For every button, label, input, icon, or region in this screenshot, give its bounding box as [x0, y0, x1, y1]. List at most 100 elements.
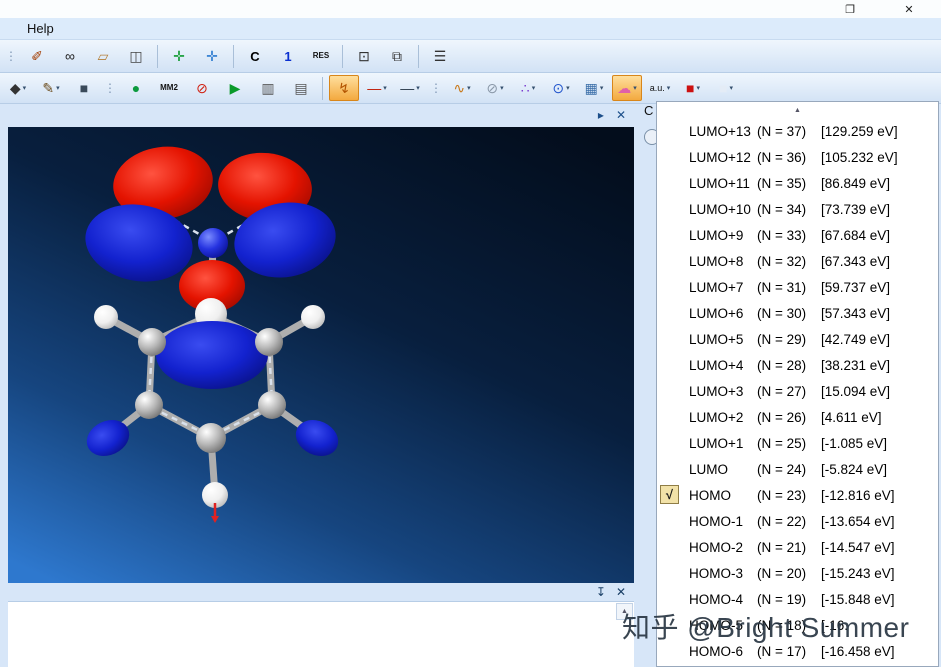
orbital-electron-count: (N = 34) — [757, 201, 807, 217]
grid-surface-button[interactable]: ▦ ▾ — [579, 75, 609, 101]
orbital-row[interactable]: LUMO+5 (N = 29) [42.749 eV] — [657, 326, 938, 352]
orbital-lobe-blue — [86, 420, 130, 456]
hide-surface-button[interactable]: ⊘ ▾ — [480, 75, 510, 101]
bond — [207, 401, 276, 442]
measure-angle-button[interactable]: ▤ — [286, 75, 316, 101]
orbital-label: HOMO-1 — [689, 513, 743, 529]
orbital-electron-count: (N = 19) — [757, 591, 807, 607]
measure-distance-icon: ▥ — [261, 80, 275, 96]
orbital-row[interactable]: LUMO+9 (N = 33) [67.684 eV] — [657, 222, 938, 248]
restore-window-button[interactable]: ❐ — [838, 1, 862, 17]
orbital-row[interactable]: HOMO-2 (N = 21) [-14.547 eV] — [657, 534, 938, 560]
dropdown-caret-icon: ▾ — [666, 84, 671, 92]
model-sphere-icon: ● — [131, 80, 141, 96]
orbital-row[interactable]: LUMO+10 (N = 34) [73.739 eV] — [657, 196, 938, 222]
show-residues-button[interactable]: RES — [306, 43, 336, 69]
orbital-lobe-blue — [156, 321, 268, 389]
orbital-electron-count: (N = 28) — [757, 357, 807, 373]
bond-tool-red-button[interactable]: — ▾ — [362, 75, 392, 101]
orbital-label: LUMO+9 — [689, 227, 744, 243]
eraser-button[interactable]: ▱ — [88, 43, 118, 69]
orbital-row[interactable]: LUMO+4 (N = 28) [38.231 eV] — [657, 352, 938, 378]
orbit-brush-button[interactable]: ✎ ▾ — [36, 75, 66, 101]
compute-lightning-button[interactable]: ↯ — [329, 75, 359, 101]
orbital-lobe-blue — [85, 204, 193, 282]
toolbar-grip-handle[interactable]: ⋮ — [430, 81, 442, 95]
select-move-button[interactable]: ◆ ▾ — [3, 75, 33, 101]
helix-tool-button[interactable]: ∿ ▾ — [447, 75, 477, 101]
orbital-scroll-up-button[interactable]: ▲ — [657, 102, 938, 118]
marker-pen-icon: ✐ — [31, 48, 43, 64]
close-window-button[interactable]: ✕ — [897, 1, 921, 17]
orbital-label: HOMO — [689, 487, 731, 503]
show-atom-numbers-button[interactable]: 1 — [273, 43, 303, 69]
orbital-row[interactable]: LUMO+6 (N = 30) [57.343 eV] — [657, 300, 938, 326]
model-sphere-button[interactable]: ● — [121, 75, 151, 101]
mm2-minimize-button[interactable]: MM2 — [154, 75, 184, 101]
dot-surface-button[interactable]: ∴ ▾ — [513, 75, 543, 101]
view-glasses-icon: ∞ — [65, 48, 75, 64]
marker-pen-button[interactable]: ✐ — [22, 43, 52, 69]
select-move-icon: ◆ — [9, 80, 21, 96]
orbital-label: LUMO+5 — [689, 331, 744, 347]
menu-help[interactable]: Help — [18, 19, 63, 38]
orbital-checkmark[interactable]: √ — [660, 485, 679, 504]
orbital-row[interactable]: LUMO (N = 24) [-5.824 eV] — [657, 456, 938, 482]
dropdown-caret-icon: ▾ — [531, 84, 536, 92]
stop-calculation-button[interactable]: ⊘ — [187, 75, 217, 101]
orbital-row[interactable]: LUMO+12 (N = 36) [105.232 eV] — [657, 144, 938, 170]
orbital-row[interactable]: LUMO+3 (N = 27) [15.094 eV] — [657, 378, 938, 404]
background-color-button[interactable]: ■ — [69, 75, 99, 101]
solvent-surface-button[interactable]: ☁ ▾ — [612, 75, 642, 101]
atom-gray — [258, 391, 286, 419]
atom-white — [202, 482, 228, 508]
move-atoms-button[interactable]: ✛ — [164, 43, 194, 69]
atom-white — [301, 305, 325, 329]
show-atom-symbols-button[interactable]: C — [240, 43, 270, 69]
orbital-row[interactable]: LUMO+13 (N = 37) [129.259 eV] — [657, 118, 938, 144]
orbital-row[interactable]: LUMO+2 (N = 26) [4.611 eV] — [657, 404, 938, 430]
dashed-bond — [217, 209, 269, 241]
view-glasses-button[interactable]: ∞ — [55, 43, 85, 69]
bond — [102, 313, 156, 346]
pin-icon[interactable]: ↧ — [596, 585, 606, 599]
orbital-row[interactable]: HOMO-3 (N = 20) [-15.243 eV] — [657, 560, 938, 586]
orbital-row[interactable]: √ HOMO (N = 23) [-12.816 eV] — [657, 482, 938, 508]
orbital-electron-count: (N = 30) — [757, 305, 807, 321]
toolbar-grip-handle[interactable]: ⋮ — [104, 81, 116, 95]
footer-close-icon[interactable]: ✕ — [616, 585, 626, 599]
orbital-row[interactable]: LUMO+8 (N = 32) [67.343 eV] — [657, 248, 938, 274]
stamp-tool-button[interactable]: ◫ — [121, 43, 151, 69]
orbital-display-button[interactable]: ⊙ ▾ — [546, 75, 576, 101]
bond — [104, 401, 153, 441]
presentation-display-button[interactable]: ⊡ — [349, 43, 379, 69]
rotate-atoms-button[interactable]: ✛ — [197, 43, 227, 69]
units-au-button[interactable]: a.u. ▾ — [645, 75, 675, 101]
dropdown-caret-icon: ▾ — [467, 84, 471, 92]
bond-tool-dark-button[interactable]: — ▾ — [395, 75, 425, 101]
orbital-row[interactable]: LUMO+7 (N = 31) [59.737 eV] — [657, 274, 938, 300]
orbital-lobe-red — [113, 146, 213, 220]
dropdown-caret-icon: ▾ — [500, 84, 504, 92]
panel-close-icon[interactable]: ✕ — [616, 108, 626, 122]
dual-display-button[interactable]: ⧉ — [382, 43, 412, 69]
orbital-label: LUMO+10 — [689, 201, 751, 217]
orbital-row[interactable]: LUMO+1 (N = 25) [-1.085 eV] — [657, 430, 938, 456]
atom-gray — [135, 391, 163, 419]
bond-tool-dark-icon: — — [400, 80, 415, 96]
dropdown-caret-icon: ▾ — [633, 84, 637, 92]
orbital-row[interactable]: LUMO+11 (N = 35) [86.849 eV] — [657, 170, 938, 196]
show-atom-numbers-icon: 1 — [284, 48, 292, 64]
toolbar-grip-handle[interactable]: ⋮ — [5, 49, 17, 63]
color-white-swatch-button[interactable]: ■ ▾ — [711, 75, 741, 101]
molecule-viewport[interactable] — [8, 127, 634, 583]
panel-expand-icon[interactable]: ▸ — [598, 108, 604, 122]
run-job-button[interactable]: ▶ — [220, 75, 250, 101]
color-red-swatch-button[interactable]: ■ ▾ — [678, 75, 708, 101]
orbital-electron-count: (N = 24) — [757, 461, 807, 477]
measure-distance-button[interactable]: ▥ — [253, 75, 283, 101]
helix-tool-icon: ∿ — [453, 80, 466, 96]
serial-numbers-button[interactable]: ☰ — [425, 43, 455, 69]
orbital-row[interactable]: HOMO-1 (N = 22) [-13.654 eV] — [657, 508, 938, 534]
orbital-lobe-red — [179, 260, 245, 312]
